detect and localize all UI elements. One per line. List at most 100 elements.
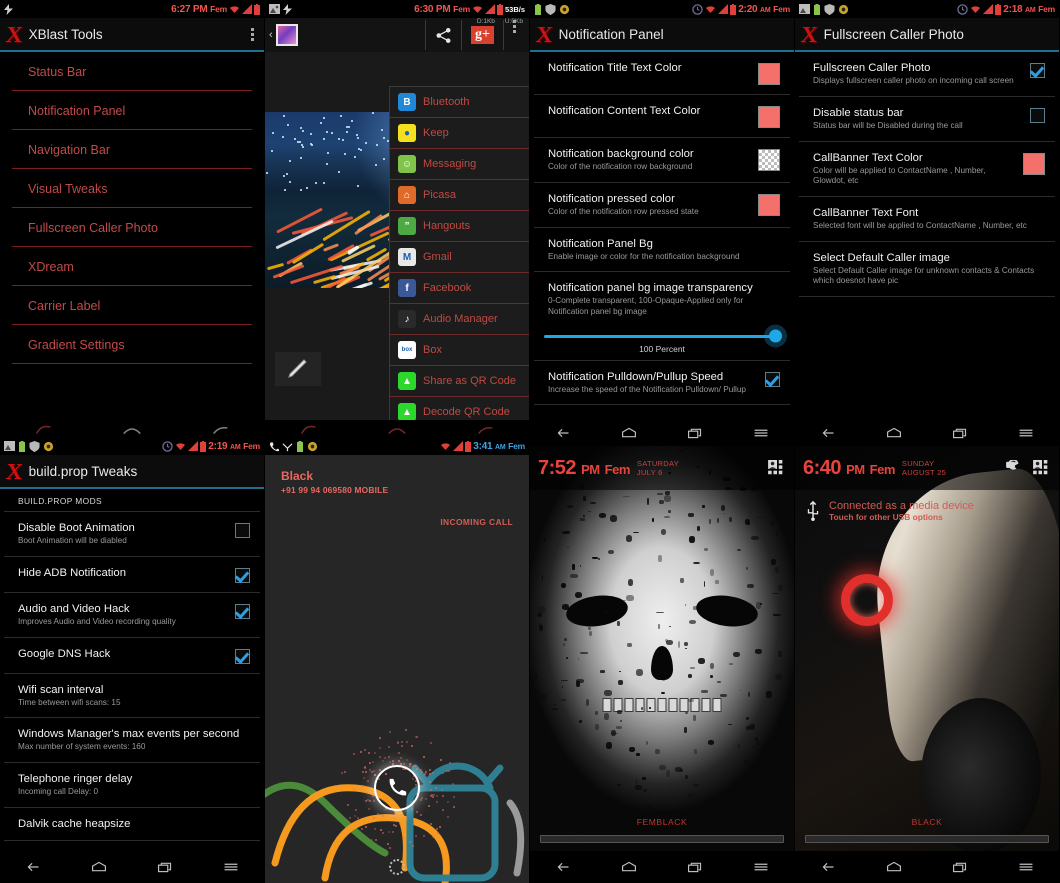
pref-row[interactable]: CallBanner Text Color Color will be appli… xyxy=(799,142,1055,197)
lock-indicator-icon xyxy=(389,859,405,875)
pref-row[interactable]: CallBanner Text Font Selected font will b… xyxy=(799,197,1055,242)
pref-row[interactable]: Windows Manager's max events per second M… xyxy=(4,718,260,763)
recents-icon xyxy=(684,859,706,875)
back-chevron-icon[interactable]: ‹ xyxy=(269,29,273,41)
gear-icon xyxy=(307,441,318,452)
sidebar-item-visual-tweaks[interactable]: Visual Tweaks xyxy=(12,169,252,208)
share-menu-item[interactable]: B Bluetooth xyxy=(390,87,529,118)
color-swatch[interactable] xyxy=(1023,153,1045,175)
sidebar-item-notification-panel[interactable]: Notification Panel xyxy=(12,91,252,130)
wifi-icon xyxy=(472,4,483,14)
lockscreen-slider[interactable] xyxy=(805,835,1049,843)
data-rate-overlay: D:1Kb U:0Kb xyxy=(477,18,527,25)
pref-row[interactable]: Google DNS Hack xyxy=(4,638,260,674)
slider-thumb[interactable] xyxy=(769,330,782,343)
color-swatch[interactable] xyxy=(758,106,780,128)
pref-checkbox[interactable] xyxy=(235,568,250,583)
overflow-menu-button[interactable] xyxy=(247,28,258,41)
sidebar-item-navigation-bar[interactable]: Navigation Bar xyxy=(12,130,252,169)
share-button[interactable] xyxy=(425,20,461,50)
edit-button[interactable] xyxy=(275,352,321,386)
pref-row[interactable]: Notification pressed color Color of the n… xyxy=(534,183,790,228)
recents-icon xyxy=(684,425,706,441)
pref-subtitle: Color of the notification row background xyxy=(548,162,750,173)
pref-checkbox[interactable] xyxy=(235,604,250,619)
share-menu-item-label: Facebook xyxy=(423,282,471,294)
settings-nav-list: Status Bar Notification Panel Navigation… xyxy=(0,52,264,364)
pref-title: Notification Pulldown/Pullup Speed xyxy=(548,370,757,384)
pref-row[interactable]: Notification panel bg image transparency… xyxy=(534,272,790,326)
gallery-app-icon[interactable] xyxy=(276,24,298,46)
pref-checkbox[interactable] xyxy=(235,649,250,664)
share-menu-item[interactable]: ● Keep xyxy=(390,118,529,149)
sidebar-item-status-bar[interactable]: Status Bar xyxy=(12,52,252,91)
skull-eye-left xyxy=(564,592,630,630)
pref-row[interactable]: Notification background color Color of th… xyxy=(534,138,790,183)
share-menu-item[interactable]: ♪ Audio Manager xyxy=(390,304,529,335)
pref-title: Google DNS Hack xyxy=(18,647,227,661)
answer-call-button[interactable] xyxy=(374,765,420,811)
pref-row[interactable]: Disable status bar Status bar will be Dis… xyxy=(799,97,1055,142)
sidebar-item-xdream[interactable]: XDream xyxy=(12,247,252,286)
recents-icon xyxy=(154,859,176,875)
pref-row[interactable]: Notification Pulldown/Pullup Speed Increa… xyxy=(534,361,790,406)
share-menu-item[interactable]: ▲ Share as QR Code xyxy=(390,366,529,397)
nav-bar xyxy=(530,851,794,883)
share-menu-item[interactable]: ⌂ Picasa xyxy=(390,180,529,211)
pref-row[interactable]: Disable Boot Animation Boot Animation wil… xyxy=(4,512,260,557)
sidebar-item-gradient-settings[interactable]: Gradient Settings xyxy=(12,325,252,364)
transparency-slider[interactable] xyxy=(530,327,794,340)
skull-nose xyxy=(651,646,673,680)
color-swatch[interactable] xyxy=(758,194,780,216)
pref-row[interactable]: Dalvik cache heapsize xyxy=(4,808,260,841)
pref-row[interactable]: Notification Content Text Color xyxy=(534,95,790,138)
pref-checkbox[interactable] xyxy=(765,372,780,387)
signal-icon xyxy=(188,441,198,451)
usb-notification[interactable]: Connected as a media device Touch for ot… xyxy=(795,490,1059,532)
share-menu-item[interactable]: box Box xyxy=(390,335,529,366)
pref-checkbox[interactable] xyxy=(1030,108,1045,123)
color-swatch[interactable] xyxy=(758,63,780,85)
xblast-logo-icon: X xyxy=(5,23,24,46)
pref-row[interactable]: Notification Panel Bg Enable image or col… xyxy=(534,228,790,273)
status-bar-left-icons xyxy=(799,4,849,15)
share-menu-item-label: Bluetooth xyxy=(423,96,469,108)
transparent-color-swatch[interactable] xyxy=(758,149,780,171)
preference-list: Notification Title Text Color Notificatio… xyxy=(530,52,794,405)
pref-row[interactable]: Fullscreen Caller Photo Displays fullscre… xyxy=(799,52,1055,97)
share-menu-item[interactable]: ” Hangouts xyxy=(390,211,529,242)
pref-row[interactable]: Audio and Video Hack Improves Audio and V… xyxy=(4,593,260,638)
battery-icon xyxy=(465,441,471,452)
audio-manager-icon: ♪ xyxy=(398,310,416,328)
share-menu-item[interactable]: M Gmail xyxy=(390,242,529,273)
pref-checkbox[interactable] xyxy=(1030,63,1045,78)
preference-list: Disable Boot Animation Boot Animation wil… xyxy=(0,512,264,841)
shield-icon xyxy=(824,4,835,15)
pref-row[interactable]: Wifi scan interval Time between wifi scan… xyxy=(4,674,260,719)
status-bar-clock: 2:19 AM Fem xyxy=(208,441,260,452)
nav-bar-top xyxy=(530,420,794,446)
pref-row[interactable]: Notification Title Text Color xyxy=(534,52,790,95)
status-bar-right: 2:19 AM Fem xyxy=(162,441,260,452)
pref-row[interactable]: Telephone ringer delay Incoming call Dela… xyxy=(4,763,260,808)
action-bar: X build.prop Tweaks xyxy=(0,455,264,489)
nav-bar-partial xyxy=(265,420,529,437)
pref-checkbox[interactable] xyxy=(235,523,250,538)
sidebar-item-fullscreen-caller-photo[interactable]: Fullscreen Caller Photo xyxy=(12,208,252,247)
share-menu-item[interactable]: f Facebook xyxy=(390,273,529,304)
status-bar-right: 6:30 PM Fem 53B/s xyxy=(414,4,525,15)
share-menu-item[interactable]: ▲ Decode QR Code xyxy=(390,397,529,420)
back-icon xyxy=(22,859,44,875)
pref-row[interactable]: Hide ADB Notification xyxy=(4,557,260,593)
qr-decode-icon: ▲ xyxy=(398,403,416,420)
wallpaper-name-label: BLACK xyxy=(795,817,1059,827)
lockscreen-slider[interactable] xyxy=(540,835,784,843)
screenshot-icon xyxy=(4,441,15,451)
wifi-icon xyxy=(970,4,981,14)
share-menu-item[interactable]: ☺ Messaging xyxy=(390,149,529,180)
missed-call-icon xyxy=(282,441,293,452)
pref-row[interactable]: Select Default Caller image Select Defaul… xyxy=(799,242,1055,297)
battery-icon xyxy=(995,4,1001,15)
panel-xblast-tools: 6:27 PM Fem X XBlast Tools Status Bar No… xyxy=(0,0,265,420)
sidebar-item-carrier-label[interactable]: Carrier Label xyxy=(12,286,252,325)
